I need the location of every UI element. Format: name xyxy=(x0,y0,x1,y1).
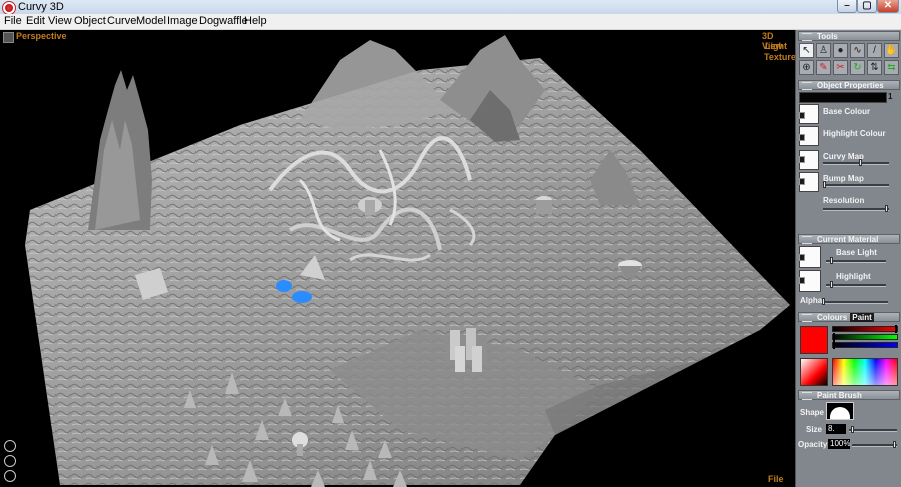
app-logo-icon[interactable] xyxy=(2,1,16,15)
current-material-header[interactable]: Current Material xyxy=(798,234,900,244)
brush-size-label: Size xyxy=(806,425,823,434)
channel-knob[interactable] xyxy=(833,333,835,341)
lock-icon[interactable] xyxy=(799,134,805,141)
orbit-icon[interactable] xyxy=(4,440,16,452)
current-colour-swatch[interactable] xyxy=(800,326,828,354)
cut-icon[interactable]: ✂ xyxy=(833,60,848,75)
lock-icon[interactable] xyxy=(799,277,805,284)
crosshair-icon[interactable]: ⊕ xyxy=(799,60,814,75)
paint-tab[interactable]: Paint xyxy=(850,313,874,322)
channel-knob[interactable] xyxy=(895,325,897,333)
alpha-label: Alpha xyxy=(800,296,823,305)
base-light-label: Base Light xyxy=(836,248,877,257)
highlight-label: Highlight xyxy=(836,272,871,281)
minimize-button[interactable]: – xyxy=(837,0,857,13)
menu-curve[interactable]: Curve xyxy=(107,14,136,29)
perspective-label[interactable]: Perspective xyxy=(16,31,67,41)
resolution-label: Resolution xyxy=(823,196,865,205)
menu-edit[interactable]: Edit xyxy=(26,14,45,29)
menu-dogwaffle[interactable]: Dogwaffle xyxy=(199,14,248,29)
light-option[interactable]: Light xyxy=(765,41,787,51)
terrain-render xyxy=(25,35,790,487)
bump-map-slider[interactable] xyxy=(823,181,889,188)
highlight-colour-label: Highlight Colour xyxy=(823,129,886,138)
resolution-slider[interactable] xyxy=(823,205,889,212)
hue-spectrum-picker[interactable] xyxy=(832,358,898,386)
move-icon[interactable]: ⇆ xyxy=(884,60,899,75)
brush-icon[interactable]: / xyxy=(867,43,882,58)
paint-bucket-icon[interactable]: ● xyxy=(833,43,848,58)
tool-panel: Tools ↖ ♙ ● ∿ / ✋ ⊕ ✎ ✂ ↻ ⇅ ⇆ Object Pro… xyxy=(795,30,901,487)
curve-tool-icon[interactable]: ∿ xyxy=(850,43,865,58)
figure-icon[interactable]: ♙ xyxy=(816,43,831,58)
object-index-value: 1 xyxy=(888,92,893,101)
viewport-3d[interactable]: Perspective 3D View Light Texture File xyxy=(0,30,795,487)
menu-image[interactable]: Image xyxy=(167,14,198,29)
pan-icon[interactable] xyxy=(4,455,16,467)
red-channel-slider[interactable] xyxy=(832,325,898,333)
brush-size-field[interactable]: 8. xyxy=(826,424,846,434)
brush-opacity-field[interactable]: 100% xyxy=(828,439,850,449)
channel-knob[interactable] xyxy=(833,341,835,349)
blue-channel-slider[interactable] xyxy=(832,341,898,349)
brush-shape-label: Shape xyxy=(800,408,825,417)
menu-help[interactable]: Help xyxy=(244,14,267,29)
menu-file[interactable]: File xyxy=(4,14,22,29)
viewport-menu-icon[interactable] xyxy=(3,32,14,43)
curvy-map-slider[interactable] xyxy=(823,159,889,166)
base-colour-label: Base Colour xyxy=(823,107,871,116)
alpha-slider[interactable] xyxy=(822,298,888,305)
bump-map-label: Bump Map xyxy=(823,174,864,183)
maximize-button[interactable]: ▢ xyxy=(857,0,877,13)
menu-bar: File Edit View Object Curve Model Image … xyxy=(0,14,901,30)
object-properties-header[interactable]: Object Properties xyxy=(798,80,900,90)
base-light-slider[interactable] xyxy=(826,257,886,264)
paint-brush-header[interactable]: Paint Brush xyxy=(798,390,900,400)
brush-opacity-label: Opacity xyxy=(798,440,828,449)
texture-option[interactable]: Texture xyxy=(764,52,795,62)
menu-object[interactable]: Object xyxy=(74,14,106,29)
zoom-icon[interactable] xyxy=(4,470,16,482)
tone-gradient-picker[interactable] xyxy=(800,358,828,386)
select-arrow-icon[interactable]: ↖ xyxy=(799,43,814,58)
tools-header[interactable]: Tools xyxy=(798,31,900,41)
green-channel-slider[interactable] xyxy=(832,333,898,341)
title-bar: Curvy 3D – ▢ ✕ xyxy=(0,0,901,15)
menu-view[interactable]: View xyxy=(48,14,72,29)
lock-icon[interactable] xyxy=(799,112,805,119)
window-title: Curvy 3D xyxy=(18,1,64,13)
curvy-map-label: Curvy Map xyxy=(823,152,864,161)
brush-size-slider[interactable] xyxy=(849,426,897,433)
viewport-file-label[interactable]: File xyxy=(768,474,784,484)
lock-icon[interactable] xyxy=(799,156,805,163)
object-name-field[interactable] xyxy=(799,92,887,103)
brush-shape-preview[interactable] xyxy=(826,402,854,420)
lock-icon[interactable] xyxy=(799,254,805,261)
scale-icon[interactable]: ⇅ xyxy=(867,60,882,75)
colours-header[interactable]: Colours Paint xyxy=(798,312,900,322)
rotate-icon[interactable]: ↻ xyxy=(850,60,865,75)
menu-model[interactable]: Model xyxy=(136,14,166,29)
brush-opacity-slider[interactable] xyxy=(852,441,897,448)
pen-icon[interactable]: ✎ xyxy=(816,60,831,75)
highlight-slider[interactable] xyxy=(826,281,886,288)
lock-icon[interactable] xyxy=(799,178,805,185)
close-button[interactable]: ✕ xyxy=(877,0,899,13)
pan-hand-icon[interactable]: ✋ xyxy=(884,43,899,58)
